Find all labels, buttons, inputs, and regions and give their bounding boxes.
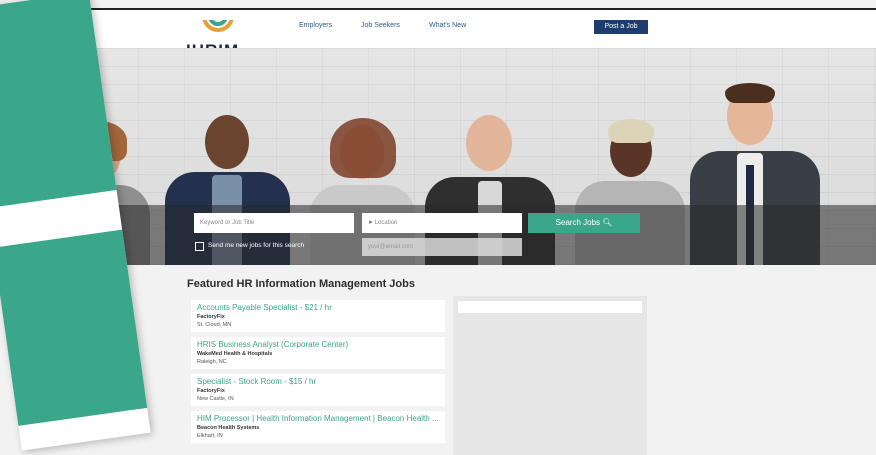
sidebar-panel <box>453 296 647 455</box>
job-card[interactable]: Specialist - Stock Room - $15 / hr Facto… <box>191 374 445 406</box>
send-jobs-checkbox[interactable] <box>195 242 204 251</box>
email-field[interactable]: your@email.com <box>362 238 522 256</box>
featured-jobs-title: Featured HR Information Management Jobs <box>187 278 415 290</box>
nav-employers[interactable]: Employers <box>299 22 332 29</box>
job-company: FactoryFix <box>197 388 225 394</box>
keyword-input[interactable]: Keyword or Job Title <box>194 213 354 233</box>
job-title-link[interactable]: Specialist - Stock Room - $15 / hr <box>197 377 441 386</box>
job-location: Elkhart, IN <box>197 433 223 439</box>
job-card[interactable]: HRIS Business Analyst (Corporate Center)… <box>191 337 445 369</box>
search-button-label: Search Jobs <box>555 218 601 227</box>
sidebar-widget <box>458 301 642 313</box>
job-card[interactable]: Accounts Payable Specialist - $21 / hr F… <box>191 300 445 332</box>
nav-job-seekers[interactable]: Job Seekers <box>361 22 400 29</box>
job-company: FactoryFix <box>197 314 225 320</box>
job-location: St. Cloud, MN <box>197 322 232 328</box>
job-company: WakeMed Health & Hospitals <box>197 351 273 357</box>
job-location: Raleigh, NC <box>197 359 227 365</box>
send-jobs-label: Send me new jobs for this search <box>208 242 305 249</box>
job-title-link[interactable]: HRIS Business Analyst (Corporate Center) <box>197 340 441 349</box>
location-placeholder: Location <box>374 220 398 226</box>
brochure-panel <box>0 229 148 426</box>
site-header: IHRIM Employers Job Seekers What's New P… <box>0 10 876 60</box>
nav-whats-new[interactable]: What's New <box>429 22 466 29</box>
search-jobs-button[interactable]: Search Jobs 🔍︎ <box>528 213 640 233</box>
search-icon: 🔍︎ <box>602 218 613 227</box>
job-title-link[interactable]: HIM Processor | Health Information Manag… <box>197 414 441 423</box>
job-location: New Castle, IN <box>197 396 234 402</box>
job-card[interactable]: HIM Processor | Health Information Manag… <box>191 411 445 443</box>
page: IHRIM Employers Job Seekers What's New P… <box>0 0 876 455</box>
job-company: Beacon Health Systems <box>197 425 260 431</box>
post-job-button[interactable]: Post a Job <box>594 20 648 34</box>
ihrim-logo-icon[interactable] <box>198 20 238 34</box>
location-input[interactable]: ➤ Location <box>362 213 522 233</box>
location-arrow-icon: ➤ <box>368 220 374 226</box>
top-rule <box>0 8 876 10</box>
job-title-link[interactable]: Accounts Payable Specialist - $21 / hr <box>197 303 441 312</box>
